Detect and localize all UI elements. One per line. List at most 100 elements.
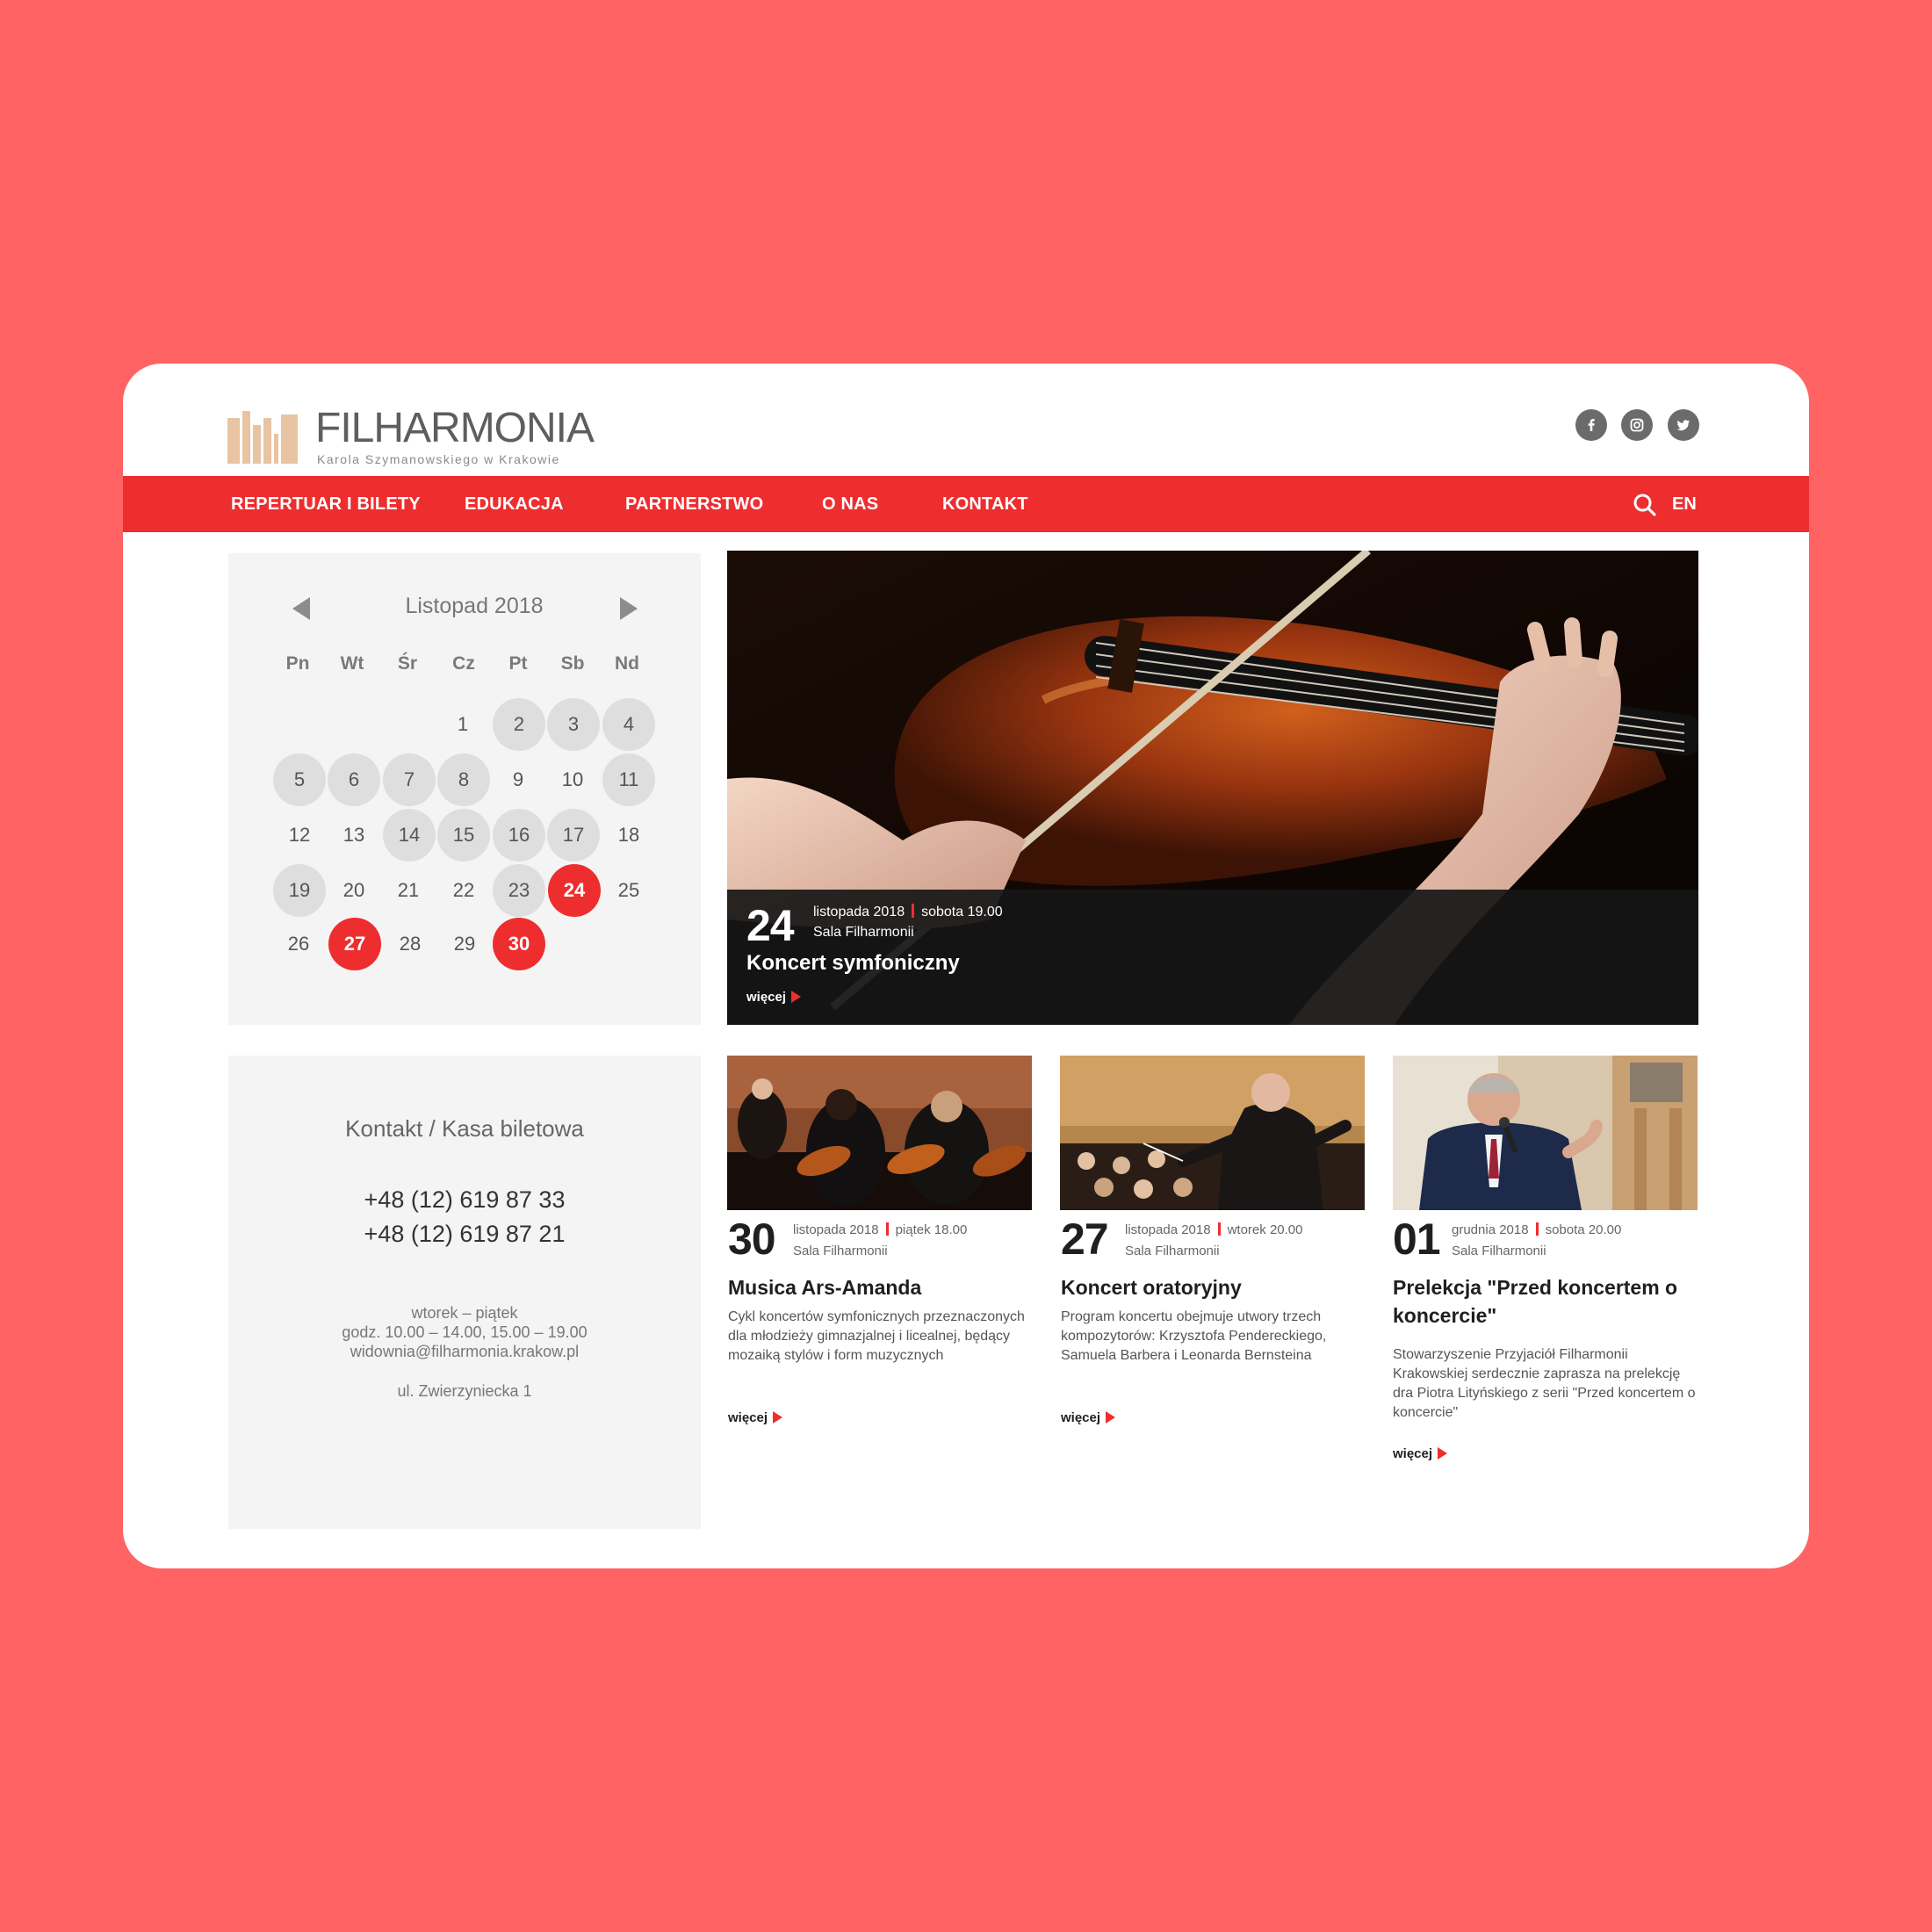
news-more-link[interactable]: więcej [1061, 1410, 1116, 1425]
arrow-right-icon [1438, 1447, 1448, 1460]
calendar-day[interactable]: 14 [383, 809, 436, 861]
hero-featured-event[interactable]: 24 listopada 2018 sobota 19.00 Sala Filha… [727, 551, 1698, 1025]
more-label: więcej [746, 990, 787, 1005]
calendar-day[interactable]: 3 [547, 698, 600, 751]
news-more-link[interactable]: więcej [1393, 1446, 1448, 1461]
hero-more-link[interactable]: więcej [746, 990, 802, 1005]
calendar-day[interactable]: 10 [546, 753, 599, 806]
more-label: więcej [1393, 1446, 1433, 1461]
more-label: więcej [728, 1410, 768, 1425]
calendar-day[interactable]: 23 [493, 864, 545, 917]
calendar-day[interactable]: 5 [273, 753, 326, 806]
news-title[interactable]: Musica Ars-Amanda [728, 1273, 1035, 1301]
calendar-day-event[interactable]: 30 [493, 918, 545, 970]
hero-day: 24 [746, 901, 795, 950]
nav-item-repertuar[interactable]: REPERTUAR I BILETY [231, 476, 421, 532]
nav-item-kontakt[interactable]: KONTAKT [942, 476, 1028, 532]
news-venue: Sala Filharmonii [793, 1244, 888, 1258]
calendar-month: Listopad 2018 [405, 594, 544, 618]
calendar-day[interactable]: 16 [493, 809, 545, 861]
news-description: Program koncertu obejmuje utwory trzech … [1061, 1309, 1327, 1363]
calendar-day[interactable]: 15 [437, 809, 490, 861]
calendar-day[interactable]: 11 [602, 753, 655, 806]
calendar-day[interactable]: 22 [437, 864, 490, 917]
phone-number[interactable]: +48 (12) 619 87 21 [228, 1221, 701, 1248]
weekday-label: Sb [560, 653, 585, 674]
search-icon[interactable] [1632, 492, 1658, 518]
calendar-day[interactable]: 1 [436, 698, 489, 751]
meta-separator [885, 1222, 889, 1236]
twitter-icon[interactable] [1668, 409, 1699, 441]
calendar-day[interactable]: 21 [382, 864, 435, 917]
news-description: Cykl koncertów symfonicznych przeznaczon… [728, 1309, 1025, 1363]
opening-days: wtorek – piątek [411, 1304, 518, 1322]
calendar-day[interactable]: 20 [328, 864, 380, 917]
calendar-day[interactable]: 2 [493, 698, 545, 751]
nav-item-partnerstwo[interactable]: PARTNERSTWO [625, 476, 763, 532]
news-title[interactable]: Koncert oratoryjny [1061, 1273, 1368, 1301]
news-date: listopada 2018 [793, 1222, 879, 1237]
hero-date-time: listopada 2018 sobota 19.00 [813, 904, 1003, 920]
news-date: listopada 2018 [1125, 1222, 1211, 1237]
calendar-day[interactable]: 18 [602, 809, 655, 861]
news-title[interactable]: Prelekcja "Przed koncertem o koncercie" [1393, 1273, 1691, 1330]
website-window: FILHARMONIA Karola Szymanowskiego w Krak… [123, 364, 1809, 1568]
more-label: więcej [1061, 1410, 1101, 1425]
calendar-next-arrow-icon[interactable] [620, 597, 638, 620]
news-date-time: listopada 2018 piątek 18.00 [793, 1222, 967, 1237]
weekday-label: Wt [340, 653, 364, 674]
calendar-day-event[interactable]: 27 [328, 918, 381, 970]
hero-title[interactable]: Koncert symfoniczny [746, 951, 960, 976]
calendar-day[interactable]: 9 [492, 753, 544, 806]
meta-separator [912, 904, 915, 918]
instagram-icon[interactable] [1621, 409, 1653, 441]
nav-item-edukacja[interactable]: EDUKACJA [465, 476, 564, 532]
calendar-day[interactable]: 8 [437, 753, 490, 806]
facebook-icon[interactable] [1575, 409, 1607, 441]
weekday-label: Pn [285, 653, 310, 674]
hero-venue: Sala Filharmonii [813, 925, 914, 940]
news-image-3[interactable] [1393, 1056, 1698, 1210]
calendar-day[interactable]: 13 [328, 809, 380, 861]
calendar-day[interactable]: 7 [383, 753, 436, 806]
news-date-time: grudnia 2018 sobota 20.00 [1452, 1222, 1621, 1237]
news-date: grudnia 2018 [1452, 1222, 1529, 1237]
email-link[interactable]: widownia@filharmonia.krakow.pl [228, 1343, 701, 1361]
calendar-day[interactable]: 19 [273, 864, 326, 917]
arrow-right-icon [773, 1411, 783, 1424]
news-venue: Sala Filharmonii [1125, 1244, 1220, 1258]
nav-item-o-nas[interactable]: O NAS [822, 476, 878, 532]
news-day: 30 [728, 1215, 776, 1264]
contact-title: Kontakt / Kasa biletowa [345, 1115, 584, 1142]
meta-separator [1535, 1222, 1539, 1236]
logo-title: FILHARMONIA [315, 405, 595, 451]
main-navigation: REPERTUAR I BILETY EDUKACJA PARTNERSTWO … [123, 476, 1809, 532]
calendar-prev-arrow-icon[interactable] [292, 597, 310, 620]
language-switch[interactable]: EN [1672, 476, 1697, 532]
weekday-label: Nd [615, 653, 639, 674]
arrow-right-icon [791, 991, 802, 1003]
weekday-label: Pt [508, 653, 528, 674]
news-image-1[interactable] [727, 1056, 1032, 1210]
calendar-day[interactable]: 17 [547, 809, 600, 861]
phone-number[interactable]: +48 (12) 619 87 33 [228, 1186, 701, 1214]
calendar-day-selected[interactable]: 24 [548, 864, 601, 917]
calendar-day[interactable]: 29 [438, 918, 491, 970]
logo-mark-icon [227, 411, 298, 464]
news-image-2[interactable] [1060, 1056, 1365, 1210]
calendar-day[interactable]: 25 [602, 864, 655, 917]
calendar-day[interactable]: 28 [384, 918, 436, 970]
opening-hours: godz. 10.00 – 14.00, 15.00 – 19.00 [342, 1323, 588, 1341]
news-more-link[interactable]: więcej [728, 1410, 783, 1425]
calendar-day[interactable]: 6 [328, 753, 380, 806]
logo-subtitle: Karola Szymanowskiego w Krakowie [317, 452, 560, 466]
news-time: piątek 18.00 [895, 1222, 968, 1237]
news-description: Stowarzyszenie Przyjaciół Filharmonii Kr… [1393, 1347, 1696, 1420]
calendar-day[interactable]: 4 [602, 698, 655, 751]
hero-caption: 24 listopada 2018 sobota 19.00 Sala Filha… [727, 890, 1698, 1025]
calendar-day[interactable]: 26 [272, 918, 325, 970]
calendar-day[interactable]: 12 [273, 809, 326, 861]
hero-time: sobota 19.00 [921, 905, 1003, 919]
address: ul. Zwierzyniecka 1 [397, 1382, 532, 1400]
news-day: 27 [1061, 1215, 1109, 1264]
